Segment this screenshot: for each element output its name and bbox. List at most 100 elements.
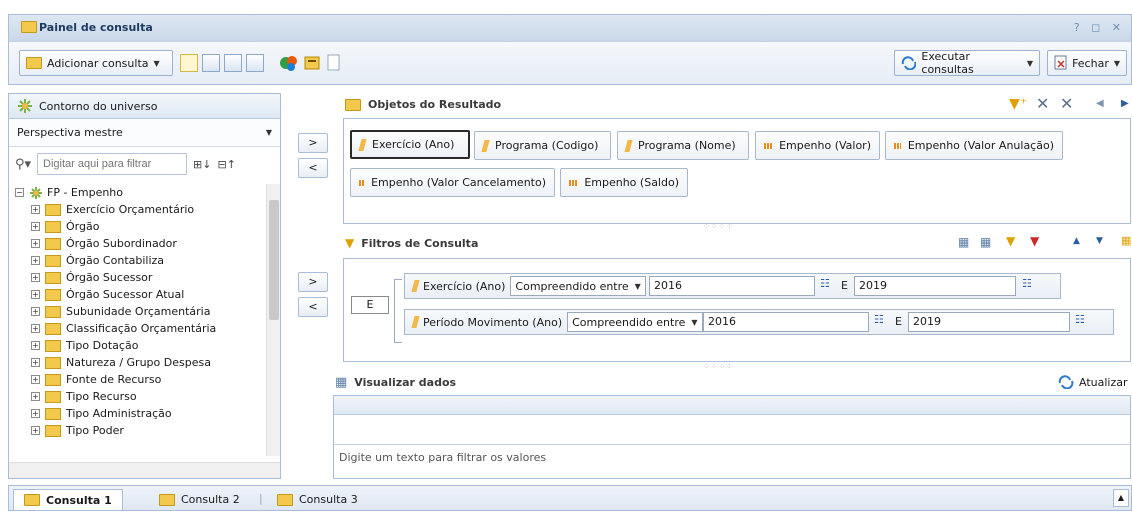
- collapse-icon[interactable]: −: [15, 188, 24, 197]
- expand-icon[interactable]: +: [31, 239, 40, 248]
- resize-grip[interactable]: ⁘⁘⁘⁘: [703, 362, 734, 371]
- tree-horizontal-scrollbar[interactable]: [9, 462, 280, 478]
- filter-from-input[interactable]: 2016: [649, 276, 815, 296]
- expand-icon[interactable]: +: [31, 290, 40, 299]
- tree-folder-item[interactable]: + Órgão Sucessor: [9, 269, 267, 286]
- result-chip[interactable]: Programa (Codigo): [474, 131, 611, 160]
- tree-folder-item[interactable]: + Órgão Subordinador: [9, 235, 267, 252]
- tree-folder-item[interactable]: + Fonte de Recurso: [9, 371, 267, 388]
- tab-consulta-1[interactable]: Consulta 1: [13, 489, 123, 510]
- data-preview-row: [334, 415, 1130, 445]
- expand-all-icon[interactable]: ⊞↓: [193, 158, 211, 171]
- expand-icon[interactable]: +: [31, 222, 40, 231]
- add-filter-button[interactable]: >: [298, 272, 328, 292]
- value-list-icon[interactable]: ☷: [1075, 313, 1085, 326]
- tree-folder-item[interactable]: + Tipo Administração: [9, 405, 267, 422]
- value-list-icon[interactable]: ☷: [1022, 277, 1032, 290]
- window-controls[interactable]: ? ◻ ✕: [1074, 21, 1125, 34]
- expand-icon[interactable]: +: [31, 324, 40, 333]
- filter-operator-select[interactable]: Compreendido entre ▼: [567, 312, 703, 332]
- tree-folder-item[interactable]: + Tipo Recurso: [9, 388, 267, 405]
- close-button[interactable]: Fechar ▼: [1047, 50, 1127, 76]
- chevron-down-icon: ▼: [691, 317, 698, 327]
- properties-icon[interactable]: [303, 54, 321, 72]
- tree-folder-item[interactable]: + Tipo Poder: [9, 422, 267, 439]
- tree-folder-item[interactable]: + Tipo Dotação: [9, 337, 267, 354]
- scroll-right-icon[interactable]: ▶: [1121, 98, 1129, 109]
- move-up-icon[interactable]: ▲: [1073, 236, 1080, 246]
- run-queries-label: Executar consultas: [921, 50, 974, 76]
- run-queries-button[interactable]: Executar consultas ▼: [894, 50, 1040, 76]
- data-preview-filter[interactable]: Digite um texto para filtrar os valores: [334, 445, 1130, 470]
- tree-item-label: Órgão Sucessor: [66, 271, 153, 284]
- expand-icon[interactable]: +: [31, 392, 40, 401]
- tree-folder-item[interactable]: + Órgão Contabiliza: [9, 252, 267, 269]
- expand-icon[interactable]: +: [31, 358, 40, 367]
- result-chip[interactable]: Empenho (Valor Cancelamento): [350, 168, 555, 197]
- tab-consulta-2[interactable]: Consulta 2: [149, 489, 250, 510]
- expand-icon[interactable]: +: [31, 256, 40, 265]
- refresh-button[interactable]: Atualizar: [1058, 375, 1128, 389]
- result-chip[interactable]: Programa (Nome): [617, 131, 749, 160]
- move-down-icon[interactable]: ▼: [1096, 236, 1103, 246]
- tree-folder-item[interactable]: + Subunidade Orçamentária: [9, 303, 267, 320]
- prompt-filter-icon[interactable]: ▦: [980, 235, 991, 249]
- predefined-filter-icon[interactable]: ▦: [958, 235, 969, 249]
- add-filter-icon[interactable]: ▼⁺: [1009, 96, 1027, 112]
- query-filters-box: Exercício (Ano) Compreendido entre ▼ 201…: [343, 258, 1131, 362]
- tree-folder-item[interactable]: + Exercício Orçamentário: [9, 201, 267, 218]
- perspective-select[interactable]: Perspectiva mestre ▼: [9, 119, 280, 147]
- filter-from-input[interactable]: 2016: [703, 312, 869, 332]
- expand-icon[interactable]: +: [31, 205, 40, 214]
- filter-to-input[interactable]: 2019: [908, 312, 1070, 332]
- tree-folder-item[interactable]: + Classificação Orçamentária: [9, 320, 267, 337]
- filter-operator-toggle[interactable]: E: [351, 296, 389, 314]
- tree-vertical-scrollbar[interactable]: [266, 184, 280, 456]
- expand-icon[interactable]: +: [31, 273, 40, 282]
- result-chip[interactable]: Empenho (Saldo): [560, 168, 688, 197]
- expand-icon[interactable]: +: [31, 307, 40, 316]
- filter-pane-icon[interactable]: [202, 54, 220, 72]
- collapse-all-icon[interactable]: ⊟↑: [217, 158, 235, 171]
- remove-icon[interactable]: ✕: [1036, 94, 1049, 113]
- dimension-icon: [481, 139, 490, 152]
- add-query-button[interactable]: Adicionar consulta ▼: [19, 50, 173, 76]
- tree-folder-item[interactable]: + Órgão: [9, 218, 267, 235]
- remove-filter-button[interactable]: <: [298, 297, 328, 317]
- data-preview-icon[interactable]: [246, 54, 264, 72]
- scrollbar-thumb[interactable]: [269, 200, 279, 320]
- value-list-icon[interactable]: ☷: [820, 277, 830, 290]
- sql-icon[interactable]: [327, 54, 341, 72]
- result-chip[interactable]: Exercício (Ano): [350, 130, 470, 159]
- grid-view-icon[interactable]: [224, 54, 242, 72]
- expand-icon[interactable]: +: [31, 409, 40, 418]
- tree-item-label: Classificação Orçamentária: [66, 322, 217, 335]
- filter-options-icon[interactable]: ▦: [1121, 234, 1131, 247]
- filter-operator-select[interactable]: Compreendido entre ▼: [510, 276, 646, 296]
- tree-root[interactable]: − FP - Empenho: [9, 184, 267, 201]
- result-chip[interactable]: Empenho (Valor Anulação): [885, 131, 1063, 160]
- value-list-icon[interactable]: ☷: [874, 313, 884, 326]
- result-chip[interactable]: Empenho (Valor): [755, 131, 880, 160]
- add-result-object-button[interactable]: >: [298, 133, 328, 153]
- dimension-icon: [411, 280, 420, 292]
- remove-result-object-button[interactable]: <: [298, 158, 328, 178]
- search-options-icon[interactable]: ⚲▾: [15, 157, 31, 172]
- expand-icon[interactable]: +: [31, 341, 40, 350]
- tree-folder-item[interactable]: + Natureza / Grupo Despesa: [9, 354, 267, 371]
- layout-view-icon[interactable]: [180, 54, 198, 72]
- tree-folder-item[interactable]: + Órgão Sucessor Atual: [9, 286, 267, 303]
- universe-filter-input[interactable]: [37, 153, 188, 175]
- remove-all-icon[interactable]: ✕: [1060, 94, 1073, 113]
- tab-consulta-3[interactable]: Consulta 3: [267, 489, 368, 510]
- universe-icon[interactable]: [279, 54, 299, 72]
- expand-icon[interactable]: +: [31, 426, 40, 435]
- scroll-left-icon[interactable]: ◀: [1096, 98, 1104, 109]
- query-tabs-bar: Consulta 1 Consulta 2 | Consulta 3 ▲: [8, 485, 1132, 511]
- filter-to-input[interactable]: 2019: [854, 276, 1016, 296]
- expand-icon[interactable]: +: [31, 375, 40, 384]
- remove-filters-icon[interactable]: ▼: [1030, 234, 1039, 248]
- tab-scroll-up-icon[interactable]: ▲: [1113, 489, 1129, 507]
- resize-grip[interactable]: ⁘⁘⁘⁘: [703, 222, 734, 231]
- add-subquery-icon[interactable]: ▼: [1006, 234, 1015, 248]
